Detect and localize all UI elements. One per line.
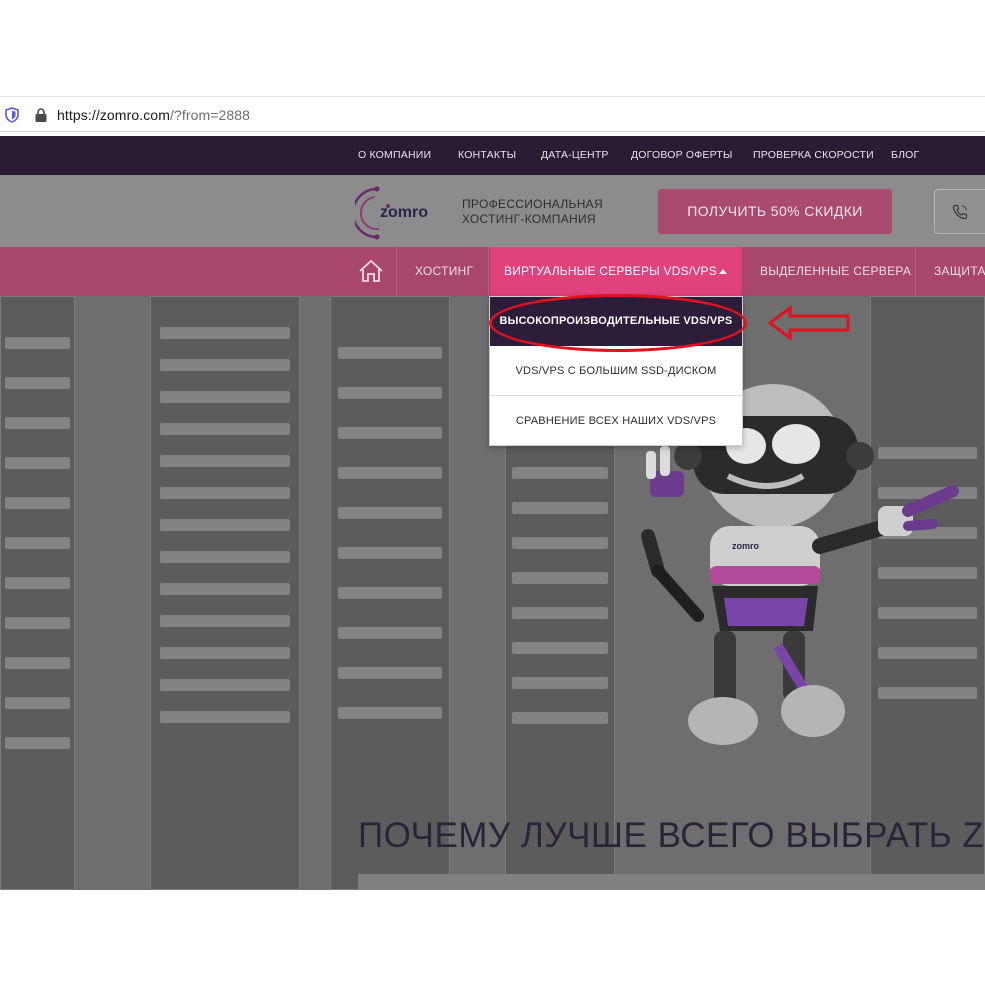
dropdown-item-compare-vds[interactable]: СРАВНЕНИЕ ВСЕХ НАШИХ VDS/VPS <box>490 397 742 446</box>
robot-badge-text: zomro <box>732 541 760 551</box>
topnav-blog[interactable]: БЛОГ <box>891 149 919 161</box>
topnav-datacenter[interactable]: ДАТА-ЦЕНТР <box>541 149 609 161</box>
nav-protection[interactable]: ЗАЩИТА <box>934 247 985 296</box>
arrow-left-icon <box>768 305 850 341</box>
server-rack-image <box>330 296 450 890</box>
home-icon <box>359 259 383 282</box>
address-bar[interactable]: https://zomro.com/?from=2888 <box>0 96 985 132</box>
url-host: https://zomro.com <box>57 107 170 123</box>
tagline-line-1: ПРОФЕССИОНАЛЬНАЯ <box>462 197 603 211</box>
nav-virtual-servers-label: ВИРТУАЛЬНЫЕ СЕРВЕРЫ VDS/VPS <box>504 264 717 278</box>
nav-dedicated-servers[interactable]: ВЫДЕЛЕННЫЕ СЕРВЕРА <box>743 247 916 296</box>
hero-heading: ПОЧЕМУ ЛУЧШЕ ВСЕГО ВЫБРАТЬ ZOM <box>358 816 985 855</box>
home-button[interactable] <box>346 247 397 296</box>
top-menu: О КОМПАНИИ КОНТАКТЫ ДАТА-ЦЕНТР ДОГОВОР О… <box>0 136 985 175</box>
annotation-highlight-ring <box>489 294 747 352</box>
caret-up-icon <box>719 269 727 274</box>
zomro-logo[interactable]: zomro <box>355 183 445 241</box>
topnav-speed-test[interactable]: ПРОВЕРКА СКОРОСТИ <box>753 149 874 161</box>
logo-text: zomro <box>380 204 428 221</box>
topnav-contacts[interactable]: КОНТАКТЫ <box>458 149 516 161</box>
nav-hosting[interactable]: ХОСТИНГ <box>398 247 489 296</box>
server-rack-image <box>0 296 75 890</box>
url-query: /?from=2888 <box>169 107 251 123</box>
url-text[interactable]: https://zomro.com/?from=2888 <box>57 107 250 123</box>
phone-button[interactable] <box>934 189 985 234</box>
get-discount-button[interactable]: ПОЛУЧИТЬ 50% СКИДКИ <box>658 189 892 234</box>
server-rack-image <box>150 296 300 890</box>
phone-icon <box>952 204 968 220</box>
tagline: ПРОФЕССИОНАЛЬНАЯ ХОСТИНГ-КОМПАНИЯ <box>462 197 603 227</box>
tagline-line-2: ХОСТИНГ-КОМПАНИЯ <box>462 212 596 226</box>
dropdown-item-large-ssd-vds[interactable]: VDS/VPS С БОЛЬШИМ SSD-ДИСКОМ <box>490 347 742 396</box>
nav-virtual-servers[interactable]: ВИРТУАЛЬНЫЕ СЕРВЕРЫ VDS/VPS <box>490 247 742 296</box>
topnav-about[interactable]: О КОМПАНИИ <box>358 149 431 161</box>
hero-divider <box>358 874 985 890</box>
screenshot: https://zomro.com/?from=2888 О КОМПАНИИ … <box>0 0 985 985</box>
topnav-offer-agreement[interactable]: ДОГОВОР ОФЕРТЫ <box>631 149 732 161</box>
shield-icon[interactable] <box>5 107 19 123</box>
lock-icon[interactable] <box>34 107 48 123</box>
site-header: zomro ПРОФЕССИОНАЛЬНАЯ ХОСТИНГ-КОМПАНИЯ … <box>0 175 985 247</box>
